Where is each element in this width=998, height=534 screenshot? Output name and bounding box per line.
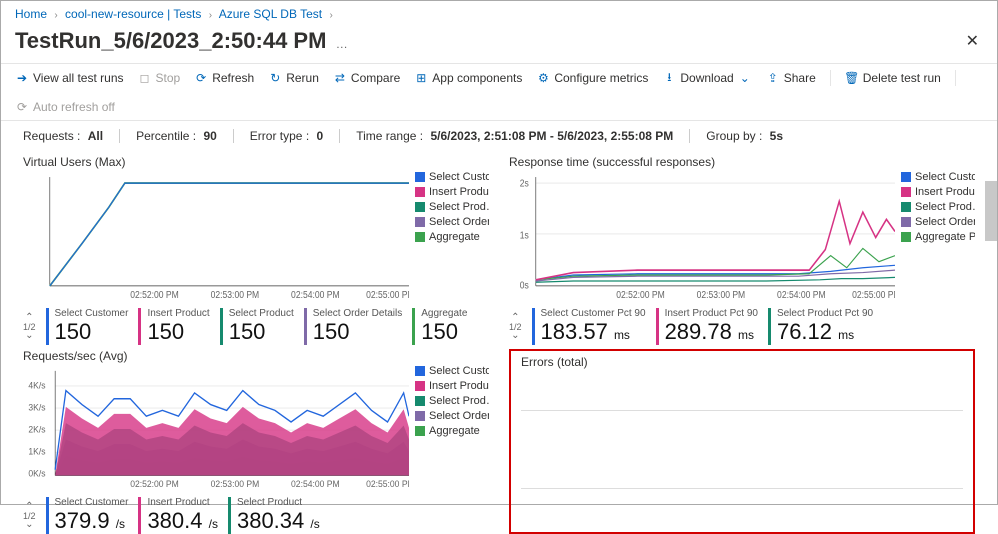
chevron-down-icon: ⌄	[738, 71, 752, 85]
metric-insert-product: Insert Product150	[138, 308, 209, 345]
app-components-button[interactable]: ⊞App components	[414, 71, 522, 85]
delete-test-run-button[interactable]: 🗑Delete test run	[845, 71, 941, 85]
trash-icon: 🗑	[845, 71, 859, 85]
chart-response-time[interactable]: 2s 1s 0s 02:52:00 PM 02:53:00 PM 02:54:0…	[509, 171, 895, 304]
stop-icon: ◻	[138, 71, 152, 85]
scrollbar-thumb[interactable]	[985, 181, 997, 241]
svg-text:02:55:00 PM: 02:55:00 PM	[366, 479, 409, 489]
svg-text:0K/s: 0K/s	[28, 468, 46, 478]
chevron-down-icon: ⌄	[25, 521, 33, 529]
toolbar: ➔View all test runs ◻Stop ⟳Refresh ↻Reru…	[1, 63, 997, 121]
legend: Select Custo… Insert Product Select Prod…	[409, 365, 489, 493]
metric-select-product-p90: Select Product Pct 9076.12 ms	[768, 308, 873, 345]
share-icon: ⇪	[766, 71, 780, 85]
chart-requests-sec[interactable]: 4K/s 3K/s 2K/s 1K/s 0K/s 02:52:00 PM 02:…	[23, 365, 409, 493]
svg-text:2K/s: 2K/s	[28, 424, 46, 434]
svg-text:02:54:00 PM: 02:54:00 PM	[777, 289, 826, 300]
filter-requests[interactable]: Requests : All	[23, 129, 103, 143]
share-button[interactable]: ⇪Share	[766, 71, 816, 85]
svg-text:02:53:00 PM: 02:53:00 PM	[211, 479, 260, 489]
breadcrumb-home[interactable]: Home	[15, 7, 47, 21]
metric-select-product: Select Product150	[220, 308, 294, 345]
svg-text:02:52:00 PM: 02:52:00 PM	[616, 289, 665, 300]
legend: Select Custo… Insert Product Select Prod…	[895, 171, 975, 304]
view-all-test-runs-button[interactable]: ➔View all test runs	[15, 71, 124, 85]
filter-time-range[interactable]: Time range : 5/6/2023, 2:51:08 PM - 5/6/…	[356, 129, 673, 143]
chevron-up-icon: ⌃	[25, 503, 33, 511]
auto-refresh-toggle[interactable]: ⟳Auto refresh off	[15, 100, 115, 114]
metric-pager[interactable]: ⌃1/2⌄	[23, 503, 36, 529]
svg-text:02:55:00 PM: 02:55:00 PM	[852, 289, 895, 300]
metric-pager[interactable]: ⌃1/2⌄	[509, 314, 522, 340]
svg-text:1s: 1s	[520, 230, 529, 241]
chart-errors[interactable]	[521, 371, 963, 528]
refresh-icon: ⟳	[15, 100, 29, 114]
svg-text:02:52:00 PM: 02:52:00 PM	[130, 479, 179, 489]
metric-select-order-details: Select Order Details150	[304, 308, 402, 345]
filter-percentile[interactable]: Percentile : 90	[136, 129, 217, 143]
chevron-right-icon: ›	[209, 10, 212, 21]
panel-title: Requests/sec (Avg)	[23, 349, 489, 363]
panel-title: Response time (successful responses)	[509, 155, 975, 169]
gear-icon: ⚙	[536, 71, 550, 85]
chevron-up-icon: ⌃	[25, 314, 33, 322]
breadcrumb-test[interactable]: Azure SQL DB Test	[219, 7, 322, 21]
compare-button[interactable]: ⇄Compare	[333, 71, 400, 85]
filter-error-type[interactable]: Error type : 0	[250, 129, 323, 143]
configure-metrics-button[interactable]: ⚙Configure metrics	[536, 71, 648, 85]
metric-select-customer: Select Customer150	[46, 308, 129, 345]
metric-rps-select-customer: Select Customer379.9 /s	[46, 497, 129, 534]
metric-insert-product-p90: Insert Product Pct 90289.78 ms	[656, 308, 758, 345]
rerun-button[interactable]: ↻Rerun	[268, 71, 319, 85]
chevron-up-icon: ⌃	[511, 314, 519, 322]
download-button[interactable]: ⭳Download⌄	[662, 71, 751, 85]
chevron-right-icon: ›	[329, 10, 332, 21]
chart-virtual-users[interactable]: 02:52:00 PM 02:53:00 PM 02:54:00 PM 02:5…	[23, 171, 409, 304]
svg-text:02:54:00 PM: 02:54:00 PM	[291, 479, 340, 489]
svg-text:02:53:00 PM: 02:53:00 PM	[697, 289, 746, 300]
svg-text:2s: 2s	[520, 178, 529, 189]
page-title: TestRun_5/6/2023_2:50:44 PM	[15, 28, 326, 53]
svg-text:3K/s: 3K/s	[28, 402, 46, 412]
metric-rps-select-product: Select Product380.34 /s	[228, 497, 320, 534]
svg-text:1K/s: 1K/s	[28, 446, 46, 456]
components-icon: ⊞	[414, 71, 428, 85]
breadcrumb-resource[interactable]: cool-new-resource | Tests	[65, 7, 201, 21]
chevron-down-icon: ⌄	[511, 332, 519, 340]
rerun-icon: ↻	[268, 71, 282, 85]
metric-pager[interactable]: ⌃1/2⌄	[23, 314, 36, 340]
chevron-down-icon: ⌄	[25, 332, 33, 340]
metric-aggregate: Aggregate150	[412, 308, 467, 345]
svg-text:02:54:00 PM: 02:54:00 PM	[291, 289, 340, 300]
svg-text:02:55:00 PM: 02:55:00 PM	[366, 289, 409, 300]
svg-text:4K/s: 4K/s	[28, 380, 46, 390]
svg-text:02:53:00 PM: 02:53:00 PM	[211, 289, 260, 300]
panel-virtual-users: Virtual Users (Max) 02:52:00 PM 02:53:00…	[23, 155, 489, 345]
chevron-right-icon: ›	[54, 10, 57, 21]
metric-rps-insert-product: Insert Product380.4 /s	[138, 497, 218, 534]
refresh-icon: ⟳	[194, 71, 208, 85]
refresh-button[interactable]: ⟳Refresh	[194, 71, 254, 85]
download-icon: ⭳	[662, 71, 676, 85]
legend: Select Custo… Insert Product Select Prod…	[409, 171, 489, 304]
svg-text:02:52:00 PM: 02:52:00 PM	[130, 289, 179, 300]
svg-text:0s: 0s	[520, 280, 529, 291]
close-button[interactable]: ✕	[962, 27, 983, 55]
metric-select-customer-p90: Select Customer Pct 90183.57 ms	[532, 308, 646, 345]
arrow-right-circle-icon: ➔	[15, 71, 29, 85]
filter-bar: Requests : All Percentile : 90 Error typ…	[1, 121, 997, 151]
panel-response-time: Response time (successful responses) 2s …	[509, 155, 975, 345]
stop-button[interactable]: ◻Stop	[138, 71, 181, 85]
panel-title: Virtual Users (Max)	[23, 155, 489, 169]
panel-requests-sec: Requests/sec (Avg) 4K/s 3K/s 2K/s 1K/s 0…	[23, 349, 489, 534]
compare-icon: ⇄	[333, 71, 347, 85]
panel-errors: Errors (total)	[509, 349, 975, 534]
panel-title: Errors (total)	[521, 355, 963, 369]
breadcrumb: Home › cool-new-resource | Tests › Azure…	[1, 1, 997, 27]
more-icon[interactable]: …	[336, 37, 348, 51]
filter-group-by[interactable]: Group by : 5s	[706, 129, 783, 143]
